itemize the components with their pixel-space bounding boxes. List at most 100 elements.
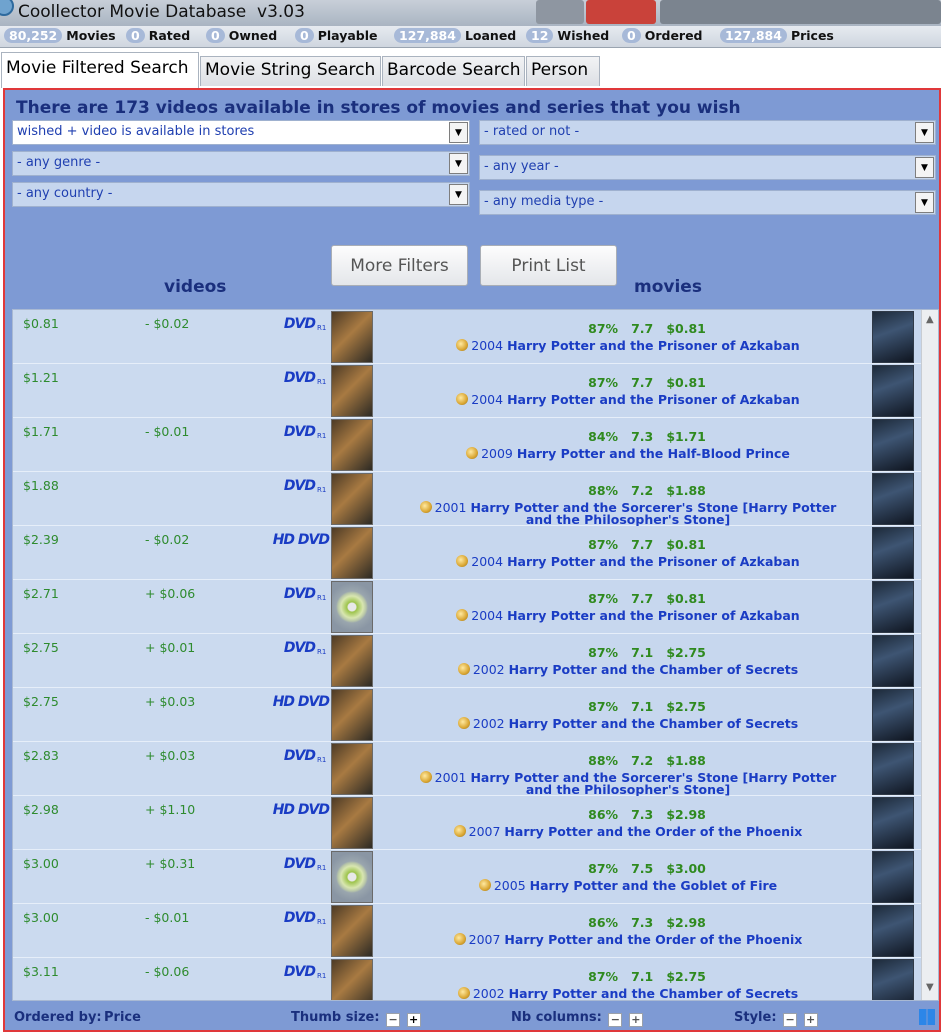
movie-title[interactable]: Harry Potter and the Prisoner of Azkaban [507,608,800,623]
lightbulb-icon[interactable] [456,609,469,621]
movie-cell[interactable] [373,418,921,471]
movie-poster-thumbnail[interactable] [872,527,914,579]
movie-title-line[interactable]: 2004 Harry Potter and the Prisoner of Az… [413,393,843,406]
tab-person[interactable]: Person [526,56,600,86]
lightbulb-icon[interactable] [453,933,466,945]
movie-title-line[interactable]: 2005 Harry Potter and the Goblet of Fire [413,879,843,892]
movie-title[interactable]: Harry Potter and the Order of the Phoeni… [504,824,802,839]
movie-title-line[interactable]: 2002 Harry Potter and the Chamber of Sec… [413,717,843,730]
ordered-by-value[interactable]: Price [104,1010,141,1025]
table-row[interactable]: $1.21 DVD R1 87% 7.7 $0.81 2004 Harry Potter… [13,364,921,418]
video-cover-thumbnail[interactable] [331,959,373,1000]
lightbulb-icon[interactable] [456,393,469,405]
lightbulb-icon[interactable] [457,987,470,999]
table-row[interactable]: $2.98 + $1.10 HD DVD 86% 7.3 $2.98 2007 Harr… [13,796,921,850]
table-row[interactable]: $3.00 + $0.31 DVD R1 87% 7.5 $3.00 2005 Harry… [13,850,921,904]
video-cover-thumbnail[interactable] [331,905,373,957]
tab-movie-string-search[interactable]: Movie String Search [200,56,381,86]
table-row[interactable]: $1.88 DVD R1 88% 7.2 $1.88 2001 Harry Potter… [13,472,921,526]
video-cover-thumbnail[interactable] [331,797,373,849]
movie-title-line[interactable]: 2002 Harry Potter and the Chamber of Sec… [413,663,843,676]
rated-filter-dropdown[interactable]: - rated or not - ▼ [479,120,936,145]
lightbulb-icon[interactable] [453,825,466,837]
chevron-down-icon[interactable]: ▼ [915,122,934,143]
style-minus-button[interactable]: − [783,1013,798,1027]
movie-title[interactable]: Harry Potter and the Order of the Phoeni… [504,932,802,947]
video-cover-thumbnail[interactable] [331,365,373,417]
movie-title-line[interactable]: 2007 Harry Potter and the Order of the P… [413,933,843,946]
chevron-down-icon[interactable]: ▼ [449,184,468,205]
video-cover-thumbnail[interactable] [331,851,373,903]
table-row[interactable]: $2.71 + $0.06 DVD R1 87% 7.7 $0.81 2004 Harry… [13,580,921,634]
lightbulb-icon[interactable] [478,879,491,891]
video-cover-thumbnail[interactable] [331,473,373,525]
video-cell[interactable] [13,472,373,525]
movie-poster-thumbnail[interactable] [872,581,914,633]
windows-logo-icon[interactable] [919,1009,935,1025]
video-cell[interactable] [13,904,373,957]
movie-poster-thumbnail[interactable] [872,473,914,525]
more-filters-button[interactable]: More Filters [331,245,468,286]
table-row[interactable]: $1.71 - $0.01 DVD R1 84% 7.3 $1.71 2009 Harry… [13,418,921,472]
thumb-size-minus-button[interactable]: − [386,1013,401,1027]
video-cover-thumbnail[interactable] [331,419,373,471]
media-type-filter-dropdown[interactable]: - any media type - ▼ [479,190,936,215]
window-minimize-button[interactable] [536,0,584,24]
table-row[interactable]: $2.75 + $0.03 HD DVD 87% 7.1 $2.75 2002 Harr… [13,688,921,742]
movie-title-line[interactable]: 2004 Harry Potter and the Prisoner of Az… [413,555,843,568]
lightbulb-icon[interactable] [466,447,479,459]
thumb-size-plus-button[interactable]: + [406,1013,421,1027]
table-row[interactable]: $2.83 + $0.03 DVD R1 88% 7.2 $1.88 2001 Harry… [13,742,921,796]
scroll-down-icon[interactable]: ▼ [926,982,934,993]
movie-poster-thumbnail[interactable] [872,311,914,363]
movie-poster-thumbnail[interactable] [872,635,914,687]
genre-filter-dropdown[interactable]: - any genre - ▼ [12,151,470,176]
movie-title-line[interactable]: 2004 Harry Potter and the Prisoner of Az… [413,339,843,352]
movie-title-line[interactable]: 2009 Harry Potter and the Half-Blood Pri… [413,447,843,460]
lightbulb-icon[interactable] [456,555,469,567]
video-cell[interactable] [13,418,373,471]
movie-title-line[interactable]: 2004 Harry Potter and the Prisoner of Az… [413,609,843,622]
movie-cell[interactable] [373,688,921,741]
chevron-down-icon[interactable]: ▼ [449,153,468,174]
movie-poster-thumbnail[interactable] [872,959,914,1000]
movie-title[interactable]: Harry Potter and the Prisoner of Azkaban [507,338,800,353]
movie-title[interactable]: Harry Potter and the Prisoner of Azkaban [507,554,800,569]
movie-poster-thumbnail[interactable] [872,689,914,741]
table-row[interactable]: $0.81 - $0.02 DVD R1 87% 7.7 $0.81 2004 Harry… [13,310,921,364]
nb-columns-minus-button[interactable]: − [608,1013,623,1027]
table-row[interactable]: $3.00 - $0.01 DVD R1 86% 7.3 $2.98 2007 Harry… [13,904,921,958]
movie-title[interactable]: Harry Potter and the Half-Blood Prince [517,446,790,461]
print-list-button[interactable]: Print List [480,245,617,286]
movie-title-line[interactable]: 2002 Harry Potter and the Chamber of Sec… [413,987,843,1000]
movie-poster-thumbnail[interactable] [872,851,914,903]
chevron-down-icon[interactable]: ▼ [449,122,468,143]
movie-cell[interactable] [373,634,921,687]
movie-title[interactable]: Harry Potter and the Chamber of Secrets [509,662,799,677]
movie-poster-thumbnail[interactable] [872,797,914,849]
table-row[interactable]: $2.75 + $0.01 DVD R1 87% 7.1 $2.75 2002 Harry… [13,634,921,688]
tab-movie-filtered-search[interactable]: Movie Filtered Search [1,52,199,88]
movie-poster-thumbnail[interactable] [872,365,914,417]
movie-cell[interactable] [373,580,921,633]
scrollbar[interactable]: ▲ ▼ [921,310,938,1000]
movie-title[interactable]: Harry Potter and the Sorcerer's Stone [H… [470,500,836,527]
video-cell[interactable] [13,310,373,363]
movie-cell[interactable] [373,310,921,363]
movie-title[interactable]: Harry Potter and the Chamber of Secrets [509,716,799,731]
video-cover-thumbnail[interactable] [331,581,373,633]
video-cover-thumbnail[interactable] [331,743,373,795]
table-row[interactable]: $2.39 - $0.02 HD DVD 87% 7.7 $0.81 2004 Harr… [13,526,921,580]
year-filter-dropdown[interactable]: - any year - ▼ [479,155,936,180]
video-cover-thumbnail[interactable] [331,527,373,579]
movie-title[interactable]: Harry Potter and the Chamber of Secrets [509,986,799,1000]
lightbulb-icon[interactable] [456,339,469,351]
movie-cell[interactable] [373,850,921,903]
lightbulb-icon[interactable] [419,771,432,783]
movie-cell[interactable] [373,904,921,957]
video-cover-thumbnail[interactable] [331,689,373,741]
window-close-button[interactable] [586,0,656,24]
lightbulb-icon[interactable] [419,501,432,513]
chevron-down-icon[interactable]: ▼ [915,192,934,213]
movie-poster-thumbnail[interactable] [872,905,914,957]
